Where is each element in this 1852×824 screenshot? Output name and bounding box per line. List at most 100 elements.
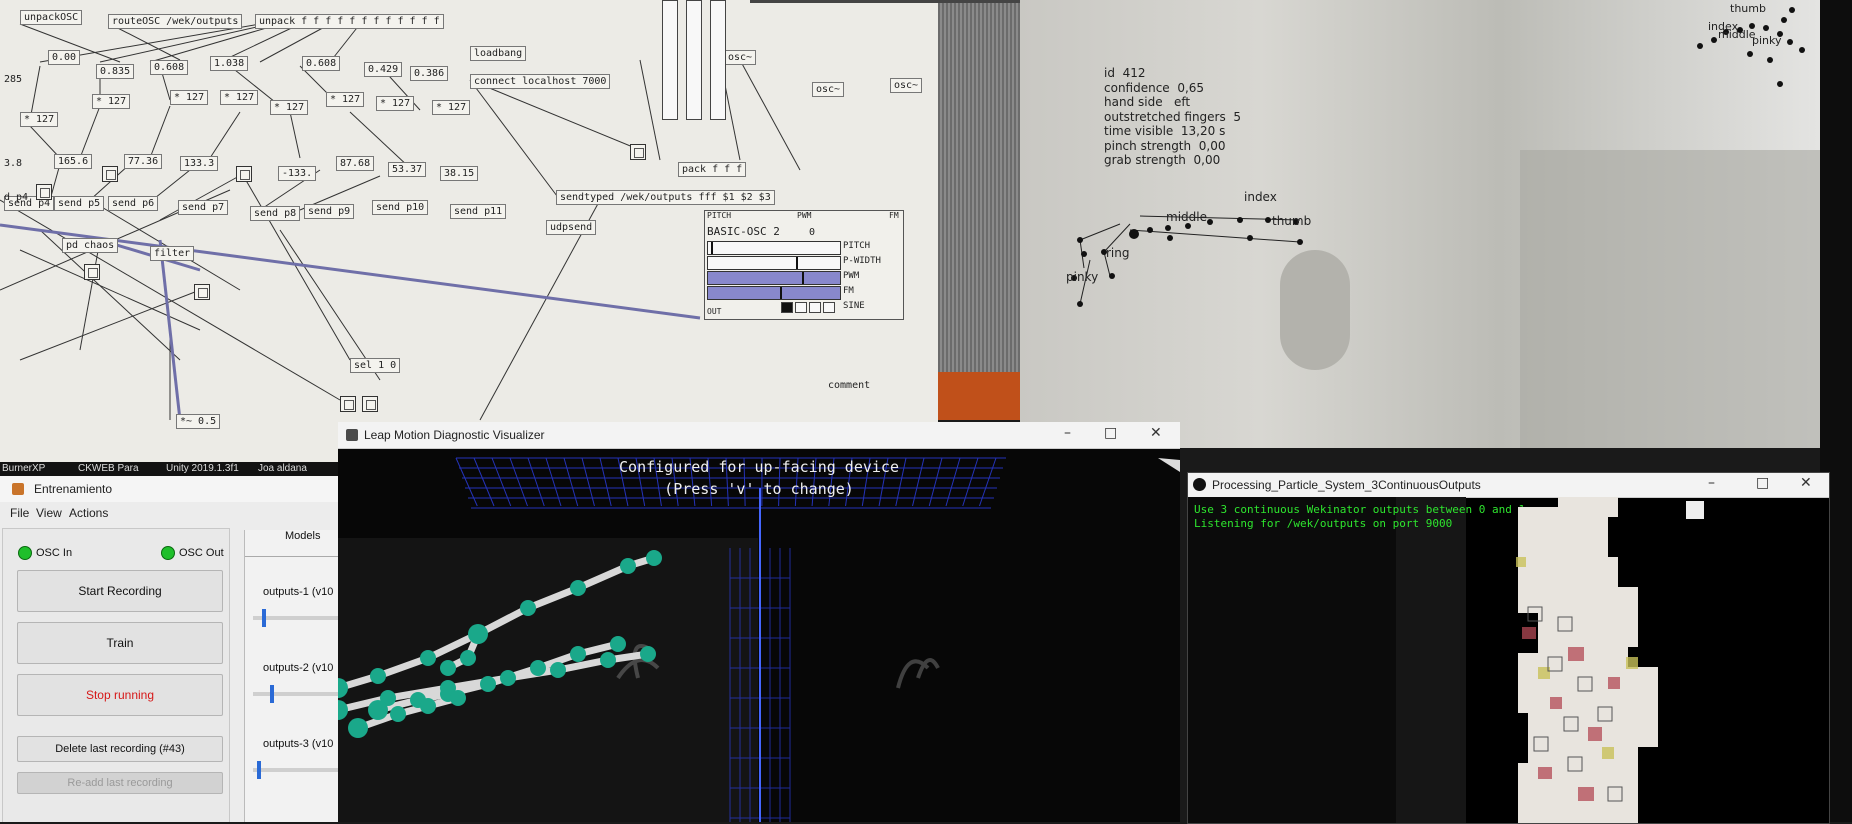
routeosc-object[interactable]: routeOSC /wek/outputs (108, 14, 242, 29)
finger-label-ring: ring (1106, 246, 1130, 261)
send-object[interactable]: send p7 (178, 200, 228, 215)
synth-slider[interactable] (707, 241, 841, 255)
unpackosc-object[interactable]: unpackOSC (20, 10, 82, 25)
number-box[interactable]: 0.608 (302, 56, 340, 71)
model-slider[interactable] (253, 616, 339, 620)
number-box[interactable]: 0.608 (150, 60, 188, 75)
send-object[interactable]: send p10 (372, 200, 428, 215)
model-label[interactable]: outputs-1 (v10 (263, 586, 333, 598)
taskbar-item[interactable]: BurnerXP (2, 463, 45, 474)
waveform-selector[interactable] (781, 302, 793, 313)
close-icon[interactable]: ✕ (1150, 425, 1162, 441)
number-box[interactable]: 0.00 (48, 50, 80, 65)
send-object[interactable]: send p8 (250, 206, 300, 221)
waveform-selector[interactable] (809, 302, 821, 313)
left-dark-area (1188, 497, 1396, 823)
start-recording-button[interactable]: Start Recording (17, 570, 223, 612)
toggle[interactable] (84, 264, 100, 280)
multiply-object[interactable]: * 127 (270, 100, 308, 115)
multiply-object[interactable]: * 127 (326, 92, 364, 107)
taskbar-item[interactable]: Joa aldana (258, 463, 307, 474)
window-title: Entrenamiento (34, 482, 112, 496)
model-slider-thumb[interactable] (257, 761, 261, 779)
send-object[interactable]: send p5 (54, 196, 104, 211)
connect-message[interactable]: connect localhost 7000 (470, 74, 610, 89)
number-box[interactable]: 87.68 (336, 156, 374, 171)
waveform-selector[interactable] (823, 302, 835, 313)
model-label[interactable]: outputs-2 (v10 (263, 662, 333, 674)
toggle[interactable] (630, 144, 646, 160)
multiply-object[interactable]: * 127 (432, 100, 470, 115)
toggle[interactable] (102, 166, 118, 182)
taskbar-strip: BurnerXP CKWEB Para Unity 2019.1.3f1 Joa… (0, 462, 338, 476)
number-box[interactable]: 77.36 (124, 154, 162, 169)
multiply-object[interactable]: * 127 (92, 94, 130, 109)
vertical-slider[interactable] (662, 0, 678, 120)
multiply-object[interactable]: * 127 (20, 112, 58, 127)
number-box[interactable]: 0.386 (410, 66, 448, 81)
maximize-icon[interactable]: □ (1104, 425, 1117, 441)
model-slider[interactable] (253, 768, 339, 772)
stop-running-button[interactable]: Stop running (17, 674, 223, 716)
menu-view[interactable]: View (36, 506, 62, 520)
waveform-selector[interactable] (795, 302, 807, 313)
number-box[interactable]: 0.429 (364, 62, 402, 77)
finger-label-index: index (1244, 190, 1277, 205)
unpack-object[interactable]: unpack f f f f f f f f f f f f (255, 14, 444, 29)
multiply-object[interactable]: * 127 (170, 90, 208, 105)
send-object[interactable]: send p9 (304, 204, 354, 219)
multiply-object[interactable]: * 127 (376, 96, 414, 111)
number-box[interactable]: 0.835 (96, 64, 134, 79)
toggle[interactable] (236, 166, 252, 182)
taskbar-item[interactable]: Unity 2019.1.3f1 (166, 463, 239, 474)
leap-titlebar[interactable]: Leap Motion Diagnostic Visualizer – □ ✕ (338, 422, 1180, 449)
osc-object[interactable]: osc~ (724, 50, 756, 65)
vertical-slider[interactable] (710, 0, 726, 120)
toggle[interactable] (194, 284, 210, 300)
sendtyped-object[interactable]: sendtyped /wek/outputs fff $1 $2 $3 (556, 190, 775, 205)
maximize-icon[interactable]: □ (1756, 475, 1769, 491)
send-object[interactable]: send p6 (108, 196, 158, 211)
loadbang-object[interactable]: loadbang (470, 46, 526, 61)
number-box[interactable]: 38.15 (440, 166, 478, 181)
model-slider-thumb[interactable] (270, 685, 274, 703)
osc-object[interactable]: osc~ (812, 82, 844, 97)
udpsend-object[interactable]: udpsend (546, 220, 596, 235)
multiply-object[interactable]: * 127 (220, 90, 258, 105)
hand-joint (570, 580, 586, 596)
multiply-signal-object[interactable]: *~ 0.5 (176, 414, 220, 429)
pack-object[interactable]: pack f f f (678, 162, 746, 177)
filter-object[interactable]: filter (150, 246, 194, 261)
train-button[interactable]: Train (17, 622, 223, 664)
send-object[interactable]: send p11 (450, 204, 506, 219)
synth-slider[interactable] (707, 256, 841, 270)
model-slider-thumb[interactable] (262, 609, 266, 627)
model-label[interactable]: outputs-3 (v10 (263, 738, 333, 750)
minimize-icon[interactable]: – (1064, 425, 1071, 441)
number-box[interactable]: -133. (278, 166, 316, 181)
model-slider[interactable] (253, 692, 339, 696)
minimize-icon[interactable]: – (1708, 475, 1715, 491)
pd-chaos-object[interactable]: pd chaos (62, 238, 118, 253)
number-box[interactable]: 133.3 (180, 156, 218, 171)
toggle[interactable] (340, 396, 356, 412)
number-box[interactable]: 53.37 (388, 162, 426, 177)
toggle[interactable] (36, 184, 52, 200)
toggle[interactable] (362, 396, 378, 412)
vertical-slider[interactable] (686, 0, 702, 120)
menu-actions[interactable]: Actions (69, 506, 108, 520)
close-icon[interactable]: ✕ (1800, 475, 1812, 491)
osc-object[interactable]: osc~ (890, 78, 922, 93)
number-box[interactable]: 165.6 (54, 154, 92, 169)
synth-slider[interactable] (707, 301, 839, 313)
synth-slider[interactable] (707, 271, 841, 285)
taskbar-item[interactable]: CKWEB Para (78, 463, 139, 474)
synth-row-label: PWM (843, 271, 859, 281)
processing-titlebar[interactable]: Processing_Particle_System_3ContinuousOu… (1188, 473, 1829, 498)
number-box[interactable]: 1.038 (210, 56, 248, 71)
menu-file[interactable]: File (10, 506, 29, 520)
wekinator-titlebar[interactable]: Entrenamiento (0, 476, 338, 502)
delete-last-recording-button[interactable]: Delete last recording (#43) (17, 736, 223, 762)
sel-object[interactable]: sel 1 0 (350, 358, 400, 373)
synth-slider[interactable] (707, 286, 841, 300)
